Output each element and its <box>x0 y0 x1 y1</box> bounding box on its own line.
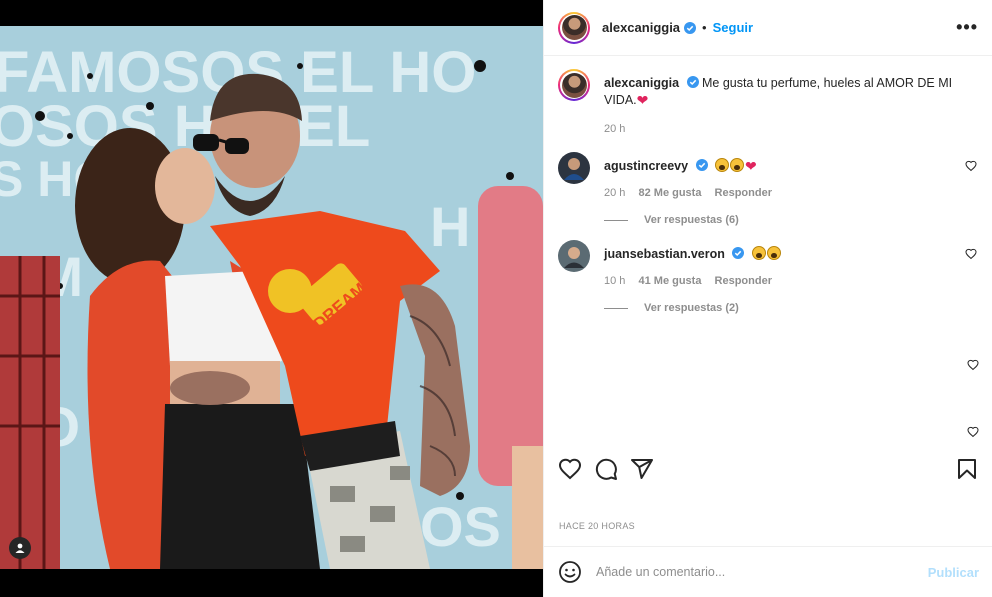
view-replies-button[interactable]: Ver respuestas (2) <box>604 302 979 314</box>
post-timestamp[interactable]: HACE 20 HORAS <box>559 521 635 531</box>
author-avatar[interactable] <box>558 11 590 44</box>
photo-illustration: FAMOSOS EL HO OSOS HOTEL S HOTEL AM HO H… <box>0 26 543 569</box>
author-username[interactable]: alexcaniggia <box>602 20 680 35</box>
like-comment-heart-icon[interactable] <box>965 160 977 172</box>
post-media[interactable]: FAMOSOS EL HO OSOS HOTEL S HOTEL AM HO H… <box>0 0 543 597</box>
publish-button[interactable]: Publicar <box>928 565 979 580</box>
comment-item: agustincreevy ❤ 20 h 82 Me gusta Respond… <box>558 152 979 202</box>
screaming-face-emoji <box>730 158 745 172</box>
verified-badge-icon <box>684 21 697 34</box>
verified-badge-icon <box>732 247 745 259</box>
verified-badge-icon <box>695 159 708 171</box>
add-comment-bar: Publicar <box>544 546 992 597</box>
like-comment-heart-icon[interactable] <box>967 359 979 371</box>
red-heart-emoji: ❤ <box>745 158 757 174</box>
view-replies-label[interactable]: Ver respuestas (2) <box>644 302 739 314</box>
action-bar <box>544 455 992 483</box>
emoji-picker-icon[interactable] <box>558 560 582 584</box>
post-photo[interactable]: FAMOSOS EL HO OSOS HOTEL S HOTEL AM HO H… <box>0 26 543 569</box>
comment-input[interactable] <box>596 565 928 579</box>
verified-badge-icon <box>686 76 699 88</box>
caption-author-avatar[interactable] <box>558 69 590 101</box>
commenter-avatar[interactable] <box>558 240 590 272</box>
like-comment-heart-icon[interactable] <box>967 426 979 438</box>
tagged-users-icon[interactable] <box>9 537 31 559</box>
more-options-icon[interactable]: ••• <box>956 17 978 38</box>
comment-likes[interactable]: 82 Me gusta <box>638 187 701 199</box>
comment-emojis <box>751 246 782 261</box>
reply-button[interactable]: Responder <box>715 275 772 287</box>
comment-time[interactable]: 20 h <box>604 187 625 199</box>
comment-item: juansebastian.veron 10 h 41 Me gusta Res… <box>558 240 979 290</box>
comment-likes[interactable]: 41 Me gusta <box>638 275 701 287</box>
share-send-icon[interactable] <box>630 457 654 481</box>
comment-bubble-icon[interactable] <box>594 457 618 481</box>
reply-button[interactable]: Responder <box>715 187 772 199</box>
follow-button[interactable]: Seguir <box>713 20 753 35</box>
commenter-username[interactable]: juansebastian.veron <box>604 247 725 261</box>
view-replies-button[interactable]: Ver respuestas (6) <box>604 214 979 226</box>
comment-time[interactable]: 10 h <box>604 275 625 287</box>
comment-emojis: ❤ <box>715 158 757 174</box>
screaming-face-emoji <box>751 246 766 260</box>
header-separator: • <box>702 20 707 35</box>
post-panel: alexcaniggia • Seguir ••• alexcaniggia M… <box>543 0 992 597</box>
svg-text:H: H <box>430 195 470 258</box>
comments-list[interactable]: alexcaniggia Me gusta tu perfume, hueles… <box>544 57 992 445</box>
view-replies-label[interactable]: Ver respuestas (6) <box>644 214 739 226</box>
replies-divider <box>604 307 628 309</box>
like-heart-icon[interactable] <box>558 457 582 481</box>
caption-time[interactable]: 20 h <box>604 123 625 135</box>
save-bookmark-icon[interactable] <box>955 457 979 481</box>
commenter-avatar[interactable] <box>558 152 590 184</box>
replies-divider <box>604 219 628 221</box>
post-header: alexcaniggia • Seguir ••• <box>544 0 992 56</box>
like-comment-heart-icon[interactable] <box>965 248 977 260</box>
commenter-username[interactable]: agustincreevy <box>604 159 688 173</box>
screaming-face-emoji <box>715 158 730 172</box>
screaming-face-emoji <box>766 246 781 260</box>
caption: alexcaniggia Me gusta tu perfume, hueles… <box>558 69 979 138</box>
red-heart-emoji: ❤ <box>636 92 649 108</box>
caption-username[interactable]: alexcaniggia <box>604 76 679 90</box>
svg-text:OS: OS <box>420 495 501 558</box>
